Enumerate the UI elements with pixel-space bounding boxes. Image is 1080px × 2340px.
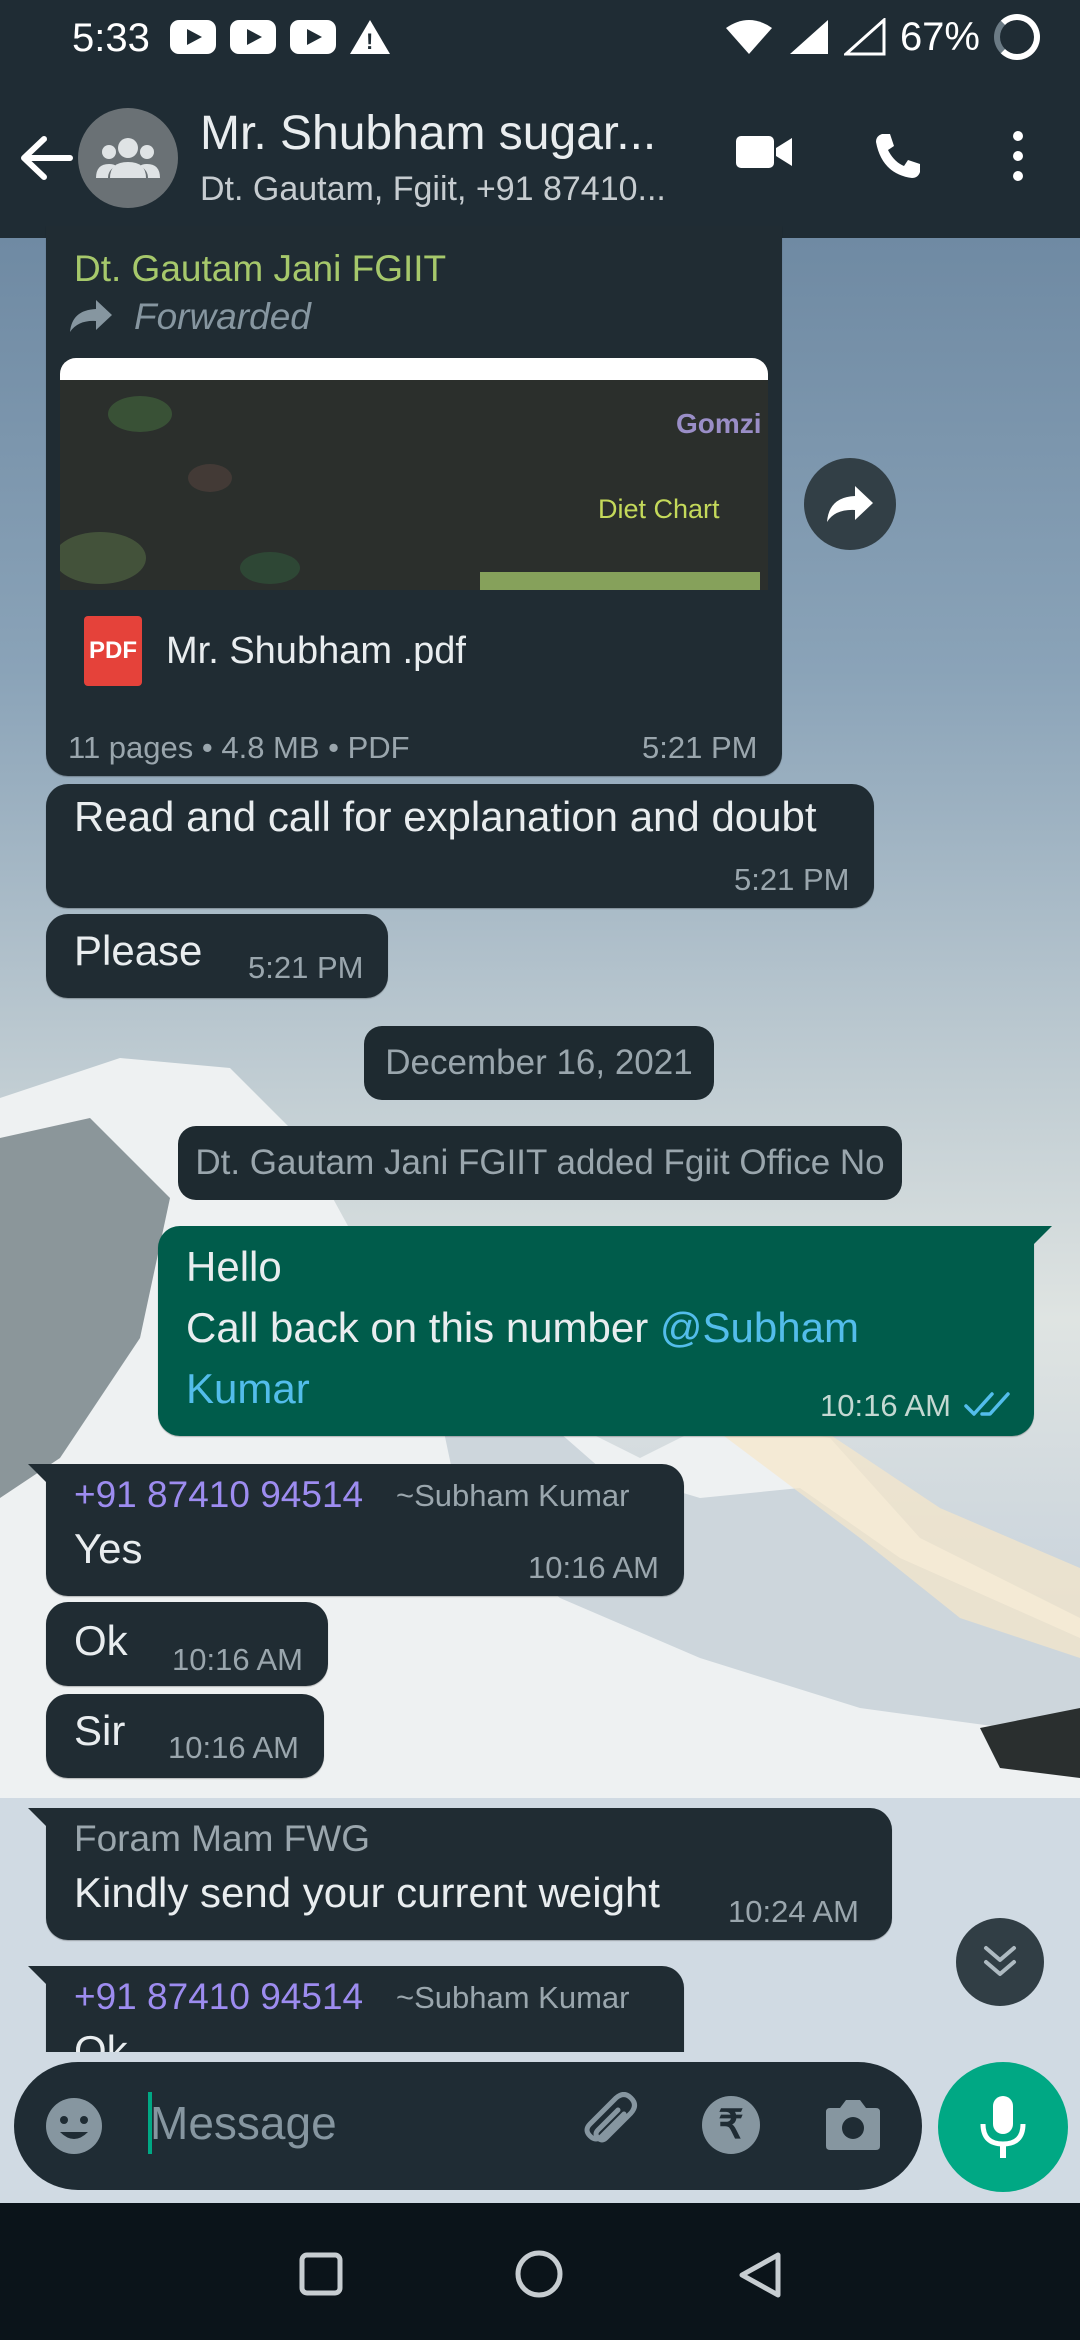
message-text: Ok — [74, 2027, 128, 2052]
forward-icon — [70, 300, 112, 332]
rupee-icon[interactable]: ₹ — [702, 2096, 760, 2154]
file-name[interactable]: Mr. Shubham .pdf — [166, 630, 466, 673]
status-bar: 5:33 ! 67% — [0, 0, 1080, 78]
message-time: 5:21 PM — [734, 862, 850, 897]
push-name: ~Subham Kumar — [396, 1478, 630, 1513]
warning-icon: ! — [350, 20, 390, 54]
message-text: Call back on this number — [186, 1304, 660, 1351]
forward-button[interactable] — [804, 458, 896, 550]
message-time: 5:21 PM — [248, 950, 364, 985]
bubble-tail — [28, 1808, 50, 1830]
forward-icon — [827, 486, 873, 522]
back-arrow-icon[interactable] — [18, 133, 74, 183]
message-time: 10:16 AM — [168, 1730, 299, 1765]
mic-icon — [980, 2096, 1026, 2158]
bubble-tail — [1030, 1226, 1052, 1248]
message-text: Kindly send your current weight — [74, 1869, 660, 1916]
scroll-to-bottom-button[interactable] — [956, 1918, 1044, 2006]
status-time: 5:33 — [72, 16, 150, 60]
message-time: 10:24 AM — [728, 1894, 859, 1929]
message-input[interactable]: Message — [150, 2096, 337, 2150]
battery-icon — [994, 14, 1040, 60]
message-text: Ok — [74, 1617, 128, 1664]
video-call-icon[interactable] — [734, 130, 794, 174]
date-separator: December 16, 2021 — [364, 1026, 714, 1100]
message-text-line1: Hello — [186, 1243, 282, 1290]
thumbnail-title: Diet Chart — [598, 494, 720, 524]
phone-icon[interactable] — [872, 130, 924, 182]
bubble-tail — [28, 1966, 50, 1988]
youtube-icon — [290, 20, 336, 54]
group-avatar-icon[interactable] — [78, 108, 178, 208]
message-text: Read and call for explanation and doubt — [74, 793, 817, 840]
message-sender[interactable]: +91 87410 94514 — [74, 1976, 363, 2018]
message-text-line2: Call back on this number @Subham — [186, 1297, 859, 1358]
thumbnail-logo: Gomzi — [676, 408, 762, 439]
message-time: 10:16 AM — [820, 1388, 951, 1423]
notification-icons: ! — [170, 20, 390, 54]
pdf-thumbnail[interactable]: Gomzi Diet Chart — [60, 358, 768, 590]
message-text: Yes — [74, 1525, 143, 1572]
signal-empty-icon — [843, 18, 886, 56]
message-sender[interactable]: +91 87410 94514 — [74, 1474, 363, 1516]
wifi-icon — [725, 20, 772, 54]
emoji-icon[interactable] — [44, 2096, 104, 2156]
chat-subtitle[interactable]: Dt. Gautam, Fgiit, +91 87410... — [200, 170, 666, 209]
attach-icon[interactable] — [578, 2092, 644, 2158]
message-text: Sir — [74, 1707, 126, 1754]
file-meta: 11 pages • 4.8 MB • PDF — [68, 730, 410, 765]
message-time: 10:16 AM — [172, 1642, 303, 1677]
scroll-down-icon — [984, 1946, 1016, 1976]
youtube-icon — [230, 20, 276, 54]
message-time: 5:21 PM — [642, 730, 758, 765]
message-sender: Dt. Gautam Jani FGIIT — [74, 248, 447, 289]
home-icon[interactable] — [514, 2249, 564, 2299]
message-input-bar: Message ₹ — [14, 2062, 922, 2190]
bubble-tail — [28, 1464, 50, 1486]
message-text: Please — [74, 927, 203, 974]
system-message: Dt. Gautam Jani FGIIT added Fgiit Office… — [178, 1126, 902, 1200]
camera-icon[interactable] — [822, 2098, 884, 2152]
chat-title[interactable]: Mr. Shubham sugar... — [200, 106, 656, 161]
recents-icon[interactable] — [298, 2251, 344, 2297]
voice-record-button[interactable] — [938, 2062, 1068, 2192]
push-name: ~Subham Kumar — [396, 1980, 630, 2015]
system-nav-bar — [0, 2205, 1080, 2340]
mention-link[interactable]: @Subham — [660, 1304, 859, 1351]
battery-percent: 67% — [899, 14, 980, 59]
pdf-file-icon: PDF — [84, 616, 142, 686]
back-nav-icon[interactable] — [736, 2251, 782, 2299]
double-check-icon — [964, 1392, 1010, 1416]
message-time: 10:16 AM — [528, 1550, 659, 1585]
signal-icon — [789, 20, 828, 54]
forwarded-label: Forwarded — [134, 296, 311, 337]
mention-link[interactable]: Kumar — [186, 1358, 310, 1419]
youtube-icon — [170, 20, 216, 54]
chat-header: Mr. Shubham sugar... Dt. Gautam, Fgiit, … — [0, 78, 1080, 238]
message-sender: Foram Mam FWG — [74, 1818, 370, 1859]
more-icon[interactable] — [1010, 130, 1026, 182]
message-clip: +91 87410 94514 ~Subham Kumar Ok — [0, 1966, 1080, 2052]
status-right: 67% — [724, 14, 1040, 60]
